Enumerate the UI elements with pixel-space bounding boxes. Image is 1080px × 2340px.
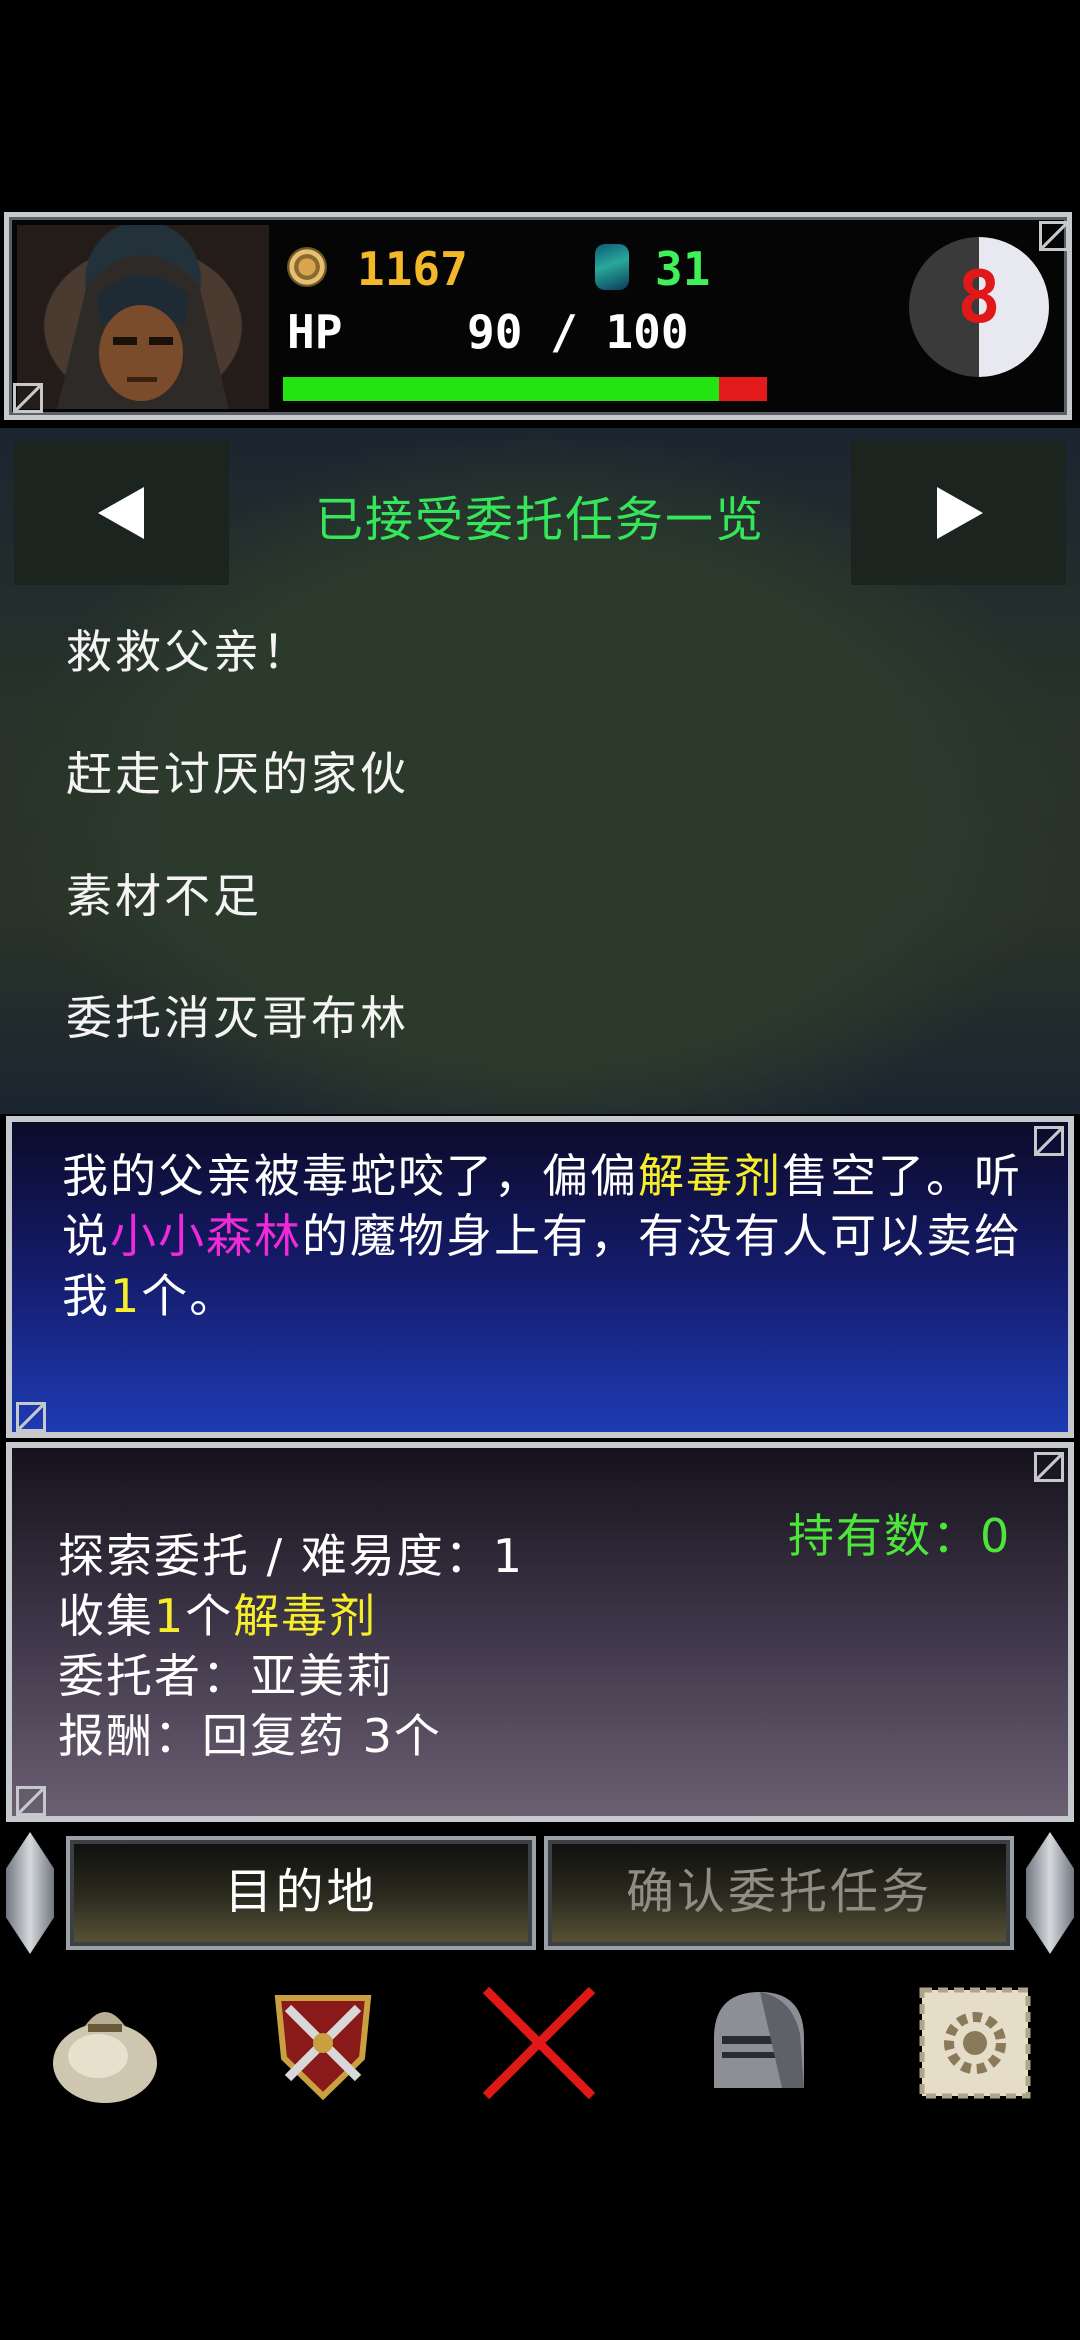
quest-description-panel: 我的父亲被毒蛇咬了，偏偏解毒剂售空了。听说小小森林的魔物身上有，有没有人可以卖给… [6, 1116, 1074, 1438]
gem-amount: 31 [655, 242, 711, 296]
frame-corner-ornament [13, 383, 43, 413]
quest-detail-panel: 持有数：0 探索委托 / 难易度：1 收集1个解毒剂 委托者：亚美莉 报酬：回复… [6, 1442, 1074, 1822]
moon-day-number: 8 [957, 255, 1001, 339]
hp-label: HP [287, 305, 343, 359]
objective-count: 1 [154, 1589, 186, 1643]
hp-bar-fill [283, 377, 719, 401]
status-panel: 1167 31 HP 90 / 100 8 [4, 212, 1072, 420]
owned-count: 持有数：0 [788, 1509, 1012, 1563]
description-count-highlight: 1 [110, 1269, 142, 1323]
quest-list-title: 已接受委托任务一览 [314, 492, 765, 548]
quest-list-item[interactable]: 赶走讨厌的家伙 [66, 738, 409, 804]
quest-reward: 报酬：回复药 3个 [58, 1709, 442, 1763]
quest-type-difficulty: 探索委托 / 难易度：1 [58, 1529, 525, 1583]
frame-corner-ornament [1039, 221, 1069, 251]
description-text: 个。 [141, 1269, 238, 1323]
gear-scroll-icon[interactable] [910, 1978, 1040, 2108]
objective-text: 个 [185, 1589, 234, 1643]
quest-list-item[interactable]: 救救父亲！ [66, 616, 311, 682]
frame-corner-ornament [1034, 1126, 1064, 1156]
arrow-left-icon [97, 486, 144, 539]
frame-corner-ornament [16, 1786, 46, 1816]
bar-end-ornament [1026, 1832, 1074, 1954]
destination-button[interactable]: 目的地 [66, 1836, 536, 1950]
quest-list-item[interactable]: 委托消灭哥布林 [66, 982, 409, 1048]
bar-end-ornament [6, 1832, 54, 1954]
knight-helmet-icon[interactable] [692, 1978, 822, 2108]
quest-client: 委托者：亚美莉 [58, 1649, 394, 1703]
quest-description-text: 我的父亲被毒蛇咬了，偏偏解毒剂售空了。听说小小森林的魔物身上有，有没有人可以卖给… [62, 1146, 1022, 1326]
previous-page-button[interactable] [14, 440, 229, 585]
next-page-button[interactable] [851, 440, 1066, 585]
quest-list-panel: 已接受委托任务一览 救救父亲！ 赶走讨厌的家伙 素材不足 委托消灭哥布林 [0, 428, 1080, 1114]
frame-corner-ornament [1034, 1452, 1064, 1482]
objective-item: 解毒剂 [233, 1589, 378, 1643]
quest-objective: 收集1个解毒剂 [58, 1580, 377, 1646]
objective-text: 收集 [58, 1589, 154, 1643]
close-x-icon[interactable] [474, 1978, 604, 2108]
hp-bar [283, 377, 767, 401]
crest-swords-icon[interactable] [258, 1978, 388, 2108]
moon-phase-icon[interactable]: 8 [909, 237, 1049, 377]
hooded-character-image [57, 255, 229, 409]
description-item-highlight: 解毒剂 [638, 1149, 782, 1203]
gold-coin-icon [287, 247, 327, 287]
gold-amount: 1167 [357, 242, 468, 296]
confirm-quest-button[interactable]: 确认委托任务 [544, 1836, 1014, 1950]
description-text: 我的父亲被毒蛇咬了，偏偏 [62, 1149, 638, 1203]
hp-value: 90 / 100 [467, 305, 689, 359]
action-button-bar: 目的地 确认委托任务 [0, 1822, 1080, 1962]
description-location-highlight: 小小森林 [110, 1209, 302, 1263]
frame-corner-ornament [16, 1402, 46, 1432]
quest-list-item[interactable]: 素材不足 [66, 860, 262, 926]
gem-icon [595, 244, 629, 290]
arrow-right-icon [936, 486, 983, 539]
character-portrait[interactable] [17, 225, 269, 409]
bag-icon[interactable] [40, 1978, 170, 2108]
